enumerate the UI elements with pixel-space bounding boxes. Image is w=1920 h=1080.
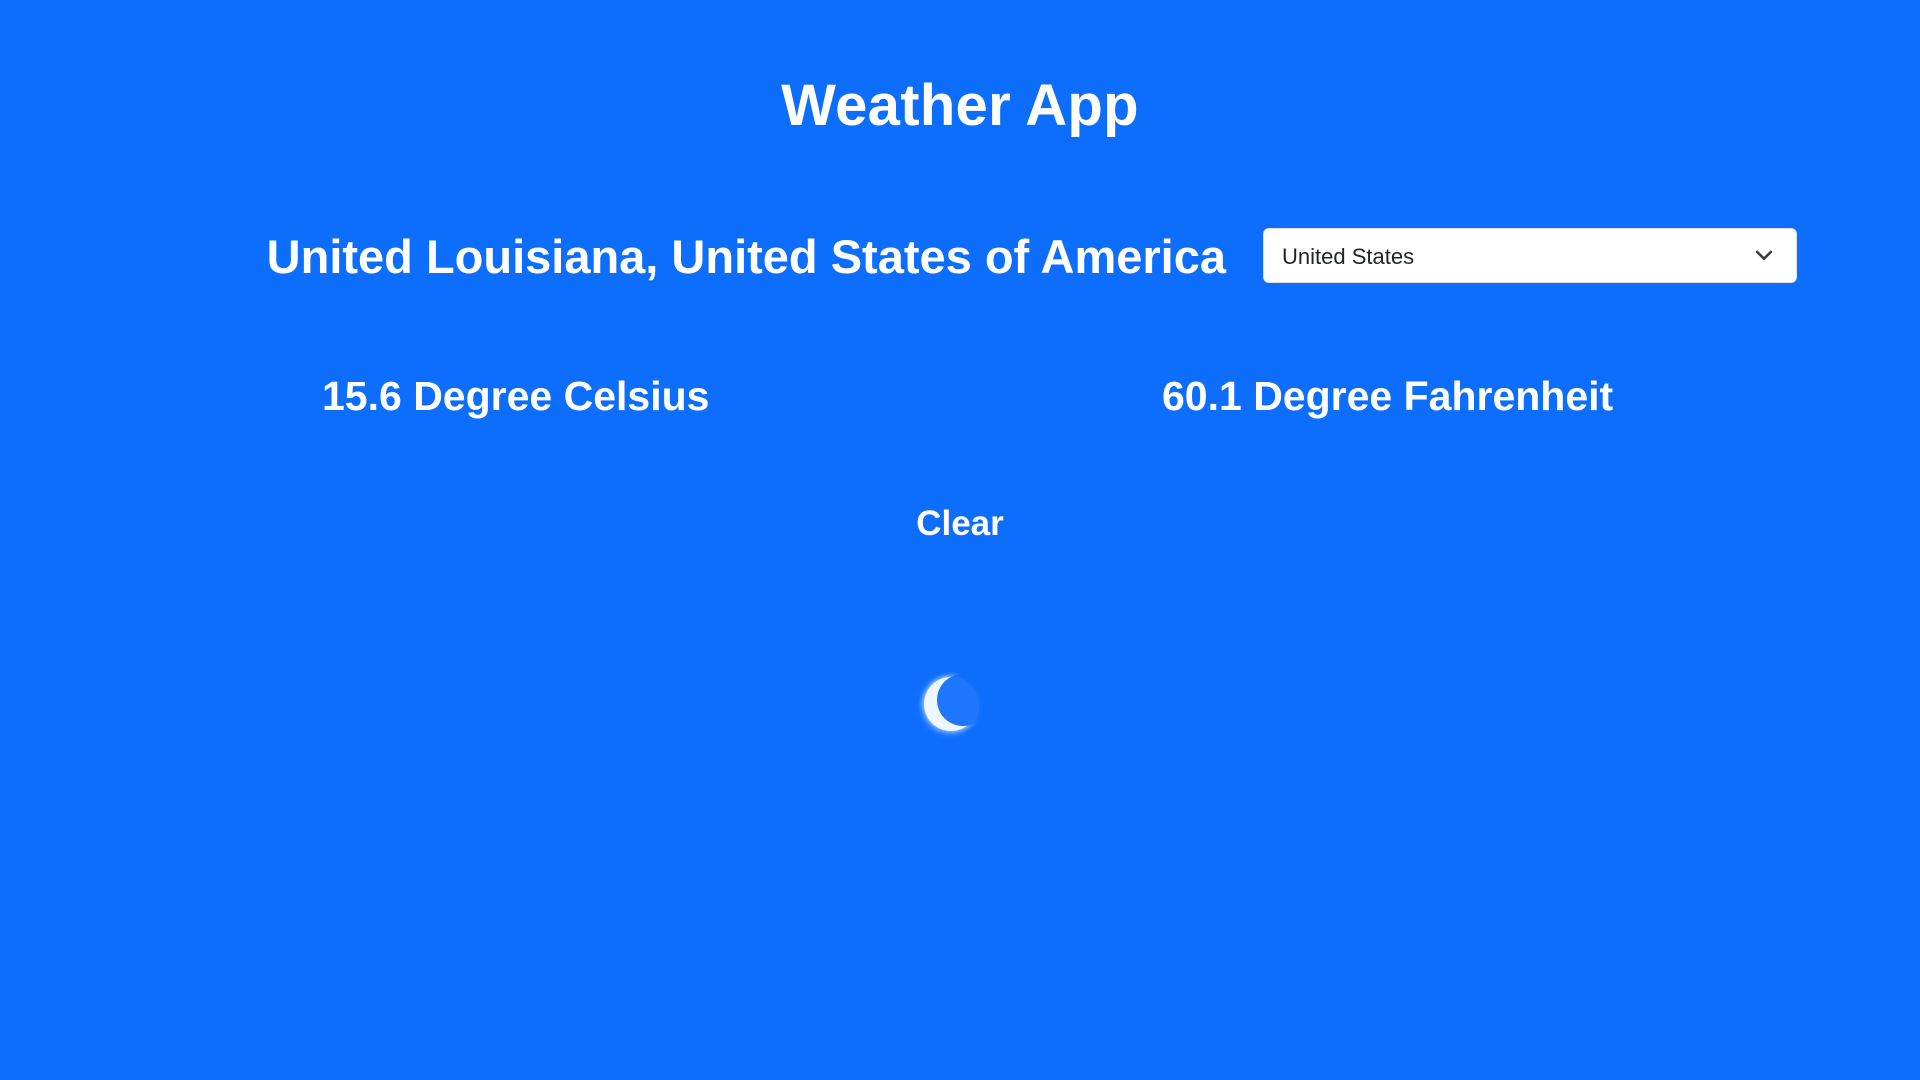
location-name: United Louisiana, United States of Ameri… bbox=[266, 230, 1226, 283]
page-title: Weather App bbox=[781, 73, 1139, 138]
country-select-value: United States bbox=[1282, 244, 1415, 269]
condition-label: Clear bbox=[916, 504, 1004, 543]
weather-app-page: Weather App United Louisiana, United Sta… bbox=[0, 0, 1920, 1080]
temperature-fahrenheit: 60.1 Degree Fahrenheit bbox=[1162, 373, 1614, 419]
temperature-celsius: 15.6 Degree Celsius bbox=[322, 373, 710, 419]
chevron-down-icon bbox=[1755, 250, 1773, 260]
location-row: United Louisiana, United States of Ameri… bbox=[0, 226, 1920, 288]
moon-icon bbox=[919, 676, 979, 736]
country-select[interactable]: United States bbox=[1263, 228, 1797, 283]
